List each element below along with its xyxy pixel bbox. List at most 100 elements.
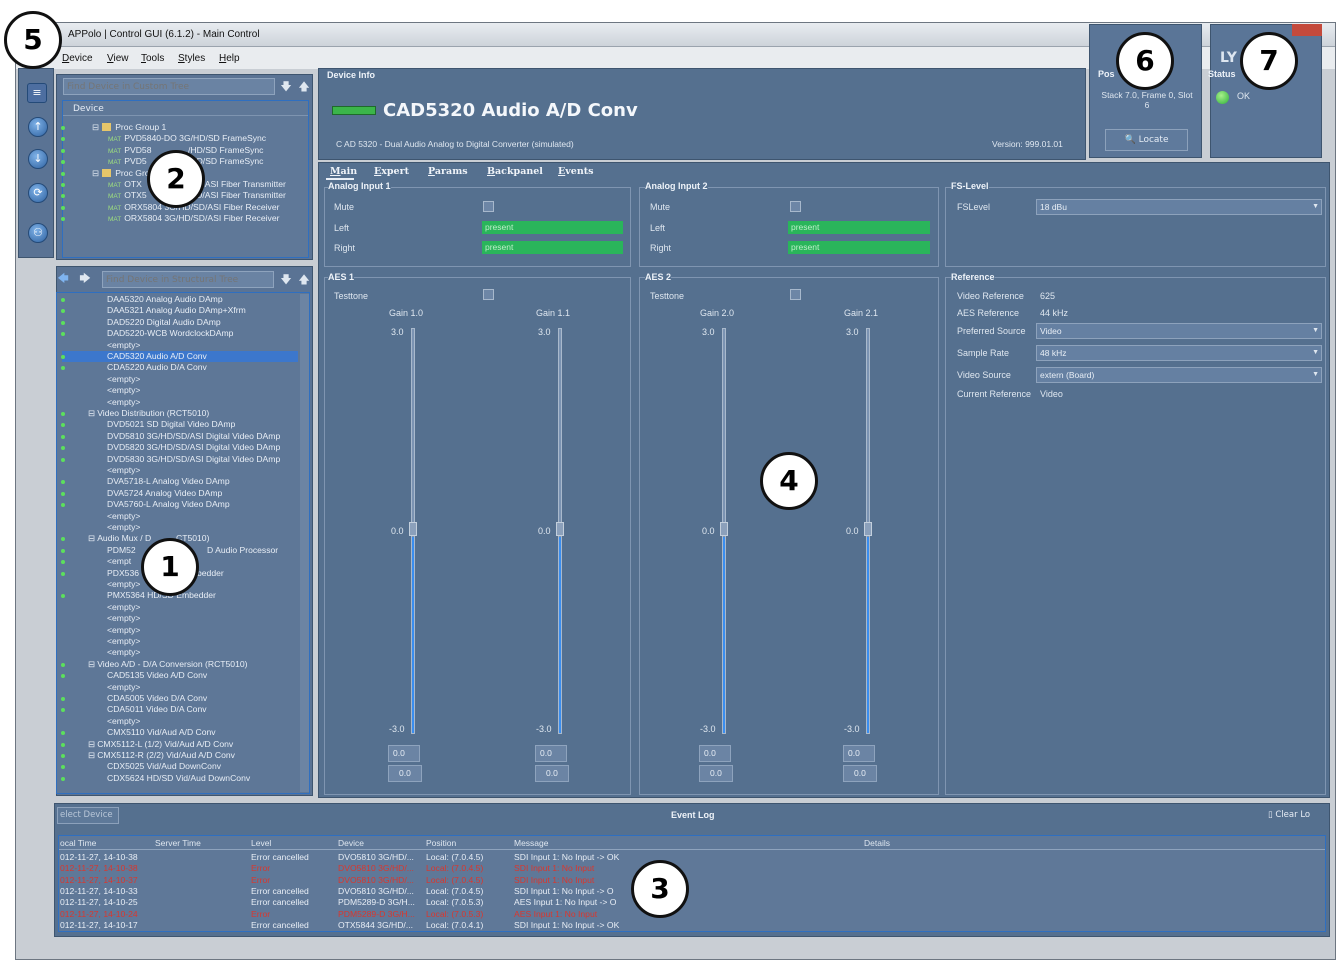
collapse-icon[interactable]: ⊟ xyxy=(92,122,99,132)
structural-tree-item[interactable]: DVA5760-L Analog Video DAmp xyxy=(107,499,230,510)
custom-tree-device[interactable]: MAT PVD58/HD/SD FrameSync xyxy=(108,145,263,156)
gain-value-input[interactable]: 0.0 xyxy=(535,745,567,762)
preferred-source-select[interactable]: Video ▼ xyxy=(1036,323,1322,339)
column-header[interactable]: Details xyxy=(864,838,890,848)
custom-tree-search-up-icon[interactable]: 🡅 xyxy=(297,80,311,94)
structural-tree-item[interactable]: DAD5220-WCB WordclockDAmp xyxy=(107,328,233,339)
menu-help[interactable]: Help xyxy=(219,53,240,64)
structural-tree-item[interactable]: DVD5021 SD Digital Video DAmp xyxy=(107,419,235,430)
custom-tree-device[interactable]: MAT ORX5804 3G/HD/SD/ASI Fiber Receiver xyxy=(108,202,279,213)
structural-tree-item[interactable]: CDA5220 Audio D/A Conv xyxy=(107,362,207,373)
gain-slider-thumb[interactable] xyxy=(409,522,417,536)
structural-tree-item[interactable]: DAA5320 Analog Audio DAmp xyxy=(107,294,223,305)
select-device-button[interactable]: elect Device xyxy=(57,807,119,824)
structural-tree-item[interactable]: <empty> xyxy=(107,385,140,396)
structural-tree-item[interactable]: DVD5820 3G/HD/SD/ASI Digital Video DAmp xyxy=(107,442,280,453)
column-header[interactable]: ocal Time xyxy=(60,838,96,848)
structural-tree-item[interactable]: <empty> xyxy=(107,374,140,385)
move-up-icon[interactable]: ↑ xyxy=(28,117,48,137)
back-icon[interactable]: 🡄 xyxy=(56,272,70,286)
structural-tree-item[interactable]: CDX5624 HD/SD Vid/Aud DownConv xyxy=(107,773,250,784)
network-icon[interactable]: ⚇ xyxy=(28,223,48,243)
structural-tree-item[interactable]: <empty> xyxy=(107,465,140,476)
gain-value-input[interactable]: 0.0 xyxy=(699,745,731,762)
custom-tree-device[interactable]: MAT ORX5804 3G/HD/SD/ASI Fiber Receiver xyxy=(108,213,279,224)
structural-tree-item[interactable]: <empty> xyxy=(107,397,140,408)
structural-tree-item[interactable]: CMX5110 Vid/Aud A/D Conv xyxy=(107,727,216,738)
column-header[interactable]: Device xyxy=(338,838,364,848)
custom-tree-group[interactable]: ⊟ Proc Gro xyxy=(92,168,150,179)
structural-tree-scrollbar[interactable] xyxy=(300,294,309,792)
video-source-select[interactable]: extern (Board) ▼ xyxy=(1036,367,1322,383)
aes2-testtone-checkbox[interactable] xyxy=(790,289,801,300)
custom-tree-device[interactable]: MAT OTX5/SD/ASI Fiber Transmitter xyxy=(108,190,286,201)
structural-tree-group[interactable]: ⊟ Video A/D - D/A Conversion (RCT5010) xyxy=(88,659,248,670)
aes1-testtone-checkbox[interactable] xyxy=(483,289,494,300)
tab-events[interactable]: Events xyxy=(558,166,593,177)
structural-tree-item[interactable]: DVD5830 3G/HD/SD/ASI Digital Video DAmp xyxy=(107,454,280,465)
close-window-icon[interactable] xyxy=(1292,24,1322,36)
structural-tree-search-input[interactable] xyxy=(102,271,274,288)
tree-view-icon[interactable]: ≡ xyxy=(27,83,47,103)
structural-tree-item[interactable]: <empt xyxy=(107,556,131,567)
custom-tree-group[interactable]: ⊟ Proc Group 1 xyxy=(92,122,166,133)
collapse-icon[interactable]: ⊟ xyxy=(88,739,95,749)
tab-main[interactable]: Main xyxy=(330,166,357,177)
structural-tree-item[interactable]: <empty> xyxy=(107,522,140,533)
structural-tree-item[interactable]: CDA5005 Video D/A Conv xyxy=(107,693,207,704)
custom-tree-search-input[interactable] xyxy=(63,78,275,95)
gain-value-input[interactable]: 0.0 xyxy=(388,745,420,762)
structural-tree-item[interactable]: PDX536 bedder xyxy=(107,568,224,579)
collapse-icon[interactable]: ⊟ xyxy=(88,408,95,418)
menu-view[interactable]: View xyxy=(107,53,129,64)
gain-slider-thumb[interactable] xyxy=(556,522,564,536)
structural-search-up-icon[interactable]: 🡅 xyxy=(297,273,311,287)
collapse-icon[interactable]: ⊟ xyxy=(88,533,95,543)
column-header[interactable]: Message xyxy=(514,838,549,848)
structural-tree-item[interactable]: <empty> xyxy=(107,613,140,624)
structural-tree-item[interactable]: <empty> xyxy=(107,579,140,590)
clear-log-button[interactable]: ▯ Clear Lo xyxy=(1268,807,1328,824)
structural-tree-item[interactable]: <empty> xyxy=(107,511,140,522)
structural-tree-item[interactable]: <empty> xyxy=(107,602,140,613)
ai1-mute-checkbox[interactable] xyxy=(483,201,494,212)
structural-tree-item[interactable]: CDA5011 Video D/A Conv xyxy=(107,704,207,715)
custom-tree-search-down-icon[interactable]: 🡇 xyxy=(279,80,293,94)
fslevel-select[interactable]: 18 dBu ▼ xyxy=(1036,199,1322,215)
collapse-icon[interactable]: ⊟ xyxy=(88,750,95,760)
menu-device[interactable]: Device xyxy=(62,53,93,64)
structural-tree-group[interactable]: ⊟ CMX5112-L (1/2) Vid/Aud A/D Conv xyxy=(88,739,233,750)
structural-tree-item[interactable]: <empty> xyxy=(107,716,140,727)
structural-tree-item[interactable]: DVA5718-L Analog Video DAmp xyxy=(107,476,230,487)
collapse-icon[interactable]: ⊟ xyxy=(88,659,95,669)
gain-slider-thumb[interactable] xyxy=(720,522,728,536)
custom-tree-device[interactable]: MAT PVD5840-DO 3G/HD/SD FrameSync xyxy=(108,133,266,144)
structural-tree-item[interactable]: CAD5320 Audio A/D Conv xyxy=(62,351,298,363)
structural-tree-item[interactable]: CDX5025 Vid/Aud DownConv xyxy=(107,761,221,772)
forward-icon[interactable]: 🡆 xyxy=(78,272,92,286)
gain-slider-thumb[interactable] xyxy=(864,522,872,536)
locate-button[interactable]: 🔍 Locate xyxy=(1105,129,1188,151)
structural-tree-item[interactable]: DVA5724 Analog Video DAmp xyxy=(107,488,222,499)
tab-params[interactable]: Params xyxy=(428,166,468,177)
structural-search-down-icon[interactable]: 🡇 xyxy=(279,273,293,287)
refresh-icon[interactable]: ⟳ xyxy=(28,183,48,203)
structural-tree-item[interactable]: CAD5135 Video A/D Conv xyxy=(107,670,207,681)
collapse-icon[interactable]: ⊟ xyxy=(92,168,99,178)
tab-backpanel[interactable]: Backpanel xyxy=(487,166,543,177)
structural-tree-group[interactable]: ⊟ CMX5112-R (2/2) Vid/Aud A/D Conv xyxy=(88,750,235,761)
column-header[interactable]: Server Time xyxy=(155,838,201,848)
structural-tree-item[interactable]: <empty> xyxy=(107,636,140,647)
structural-tree-item[interactable]: <empty> xyxy=(107,340,140,351)
structural-tree-item[interactable]: DAD5220 Digital Audio DAmp xyxy=(107,317,221,328)
column-header[interactable]: Level xyxy=(251,838,271,848)
ai2-mute-checkbox[interactable] xyxy=(790,201,801,212)
structural-tree-item[interactable]: <empty> xyxy=(107,625,140,636)
structural-tree-item[interactable]: PDM52 D Audio Processor xyxy=(107,545,278,556)
event-log-row[interactable]: 012-11-27, 14-10-17 Error cancelled OTX584… xyxy=(0,920,1336,931)
menu-styles[interactable]: Styles xyxy=(178,53,205,64)
structural-tree-item[interactable]: DAA5321 Analog Audio DAmp+Xfrm xyxy=(107,305,246,316)
custom-tree-device[interactable]: MAT OTX/SD/ASI Fiber Transmitter xyxy=(108,179,286,190)
structural-tree-item[interactable]: <empty> xyxy=(107,682,140,693)
move-down-icon[interactable]: ↓ xyxy=(28,149,48,169)
